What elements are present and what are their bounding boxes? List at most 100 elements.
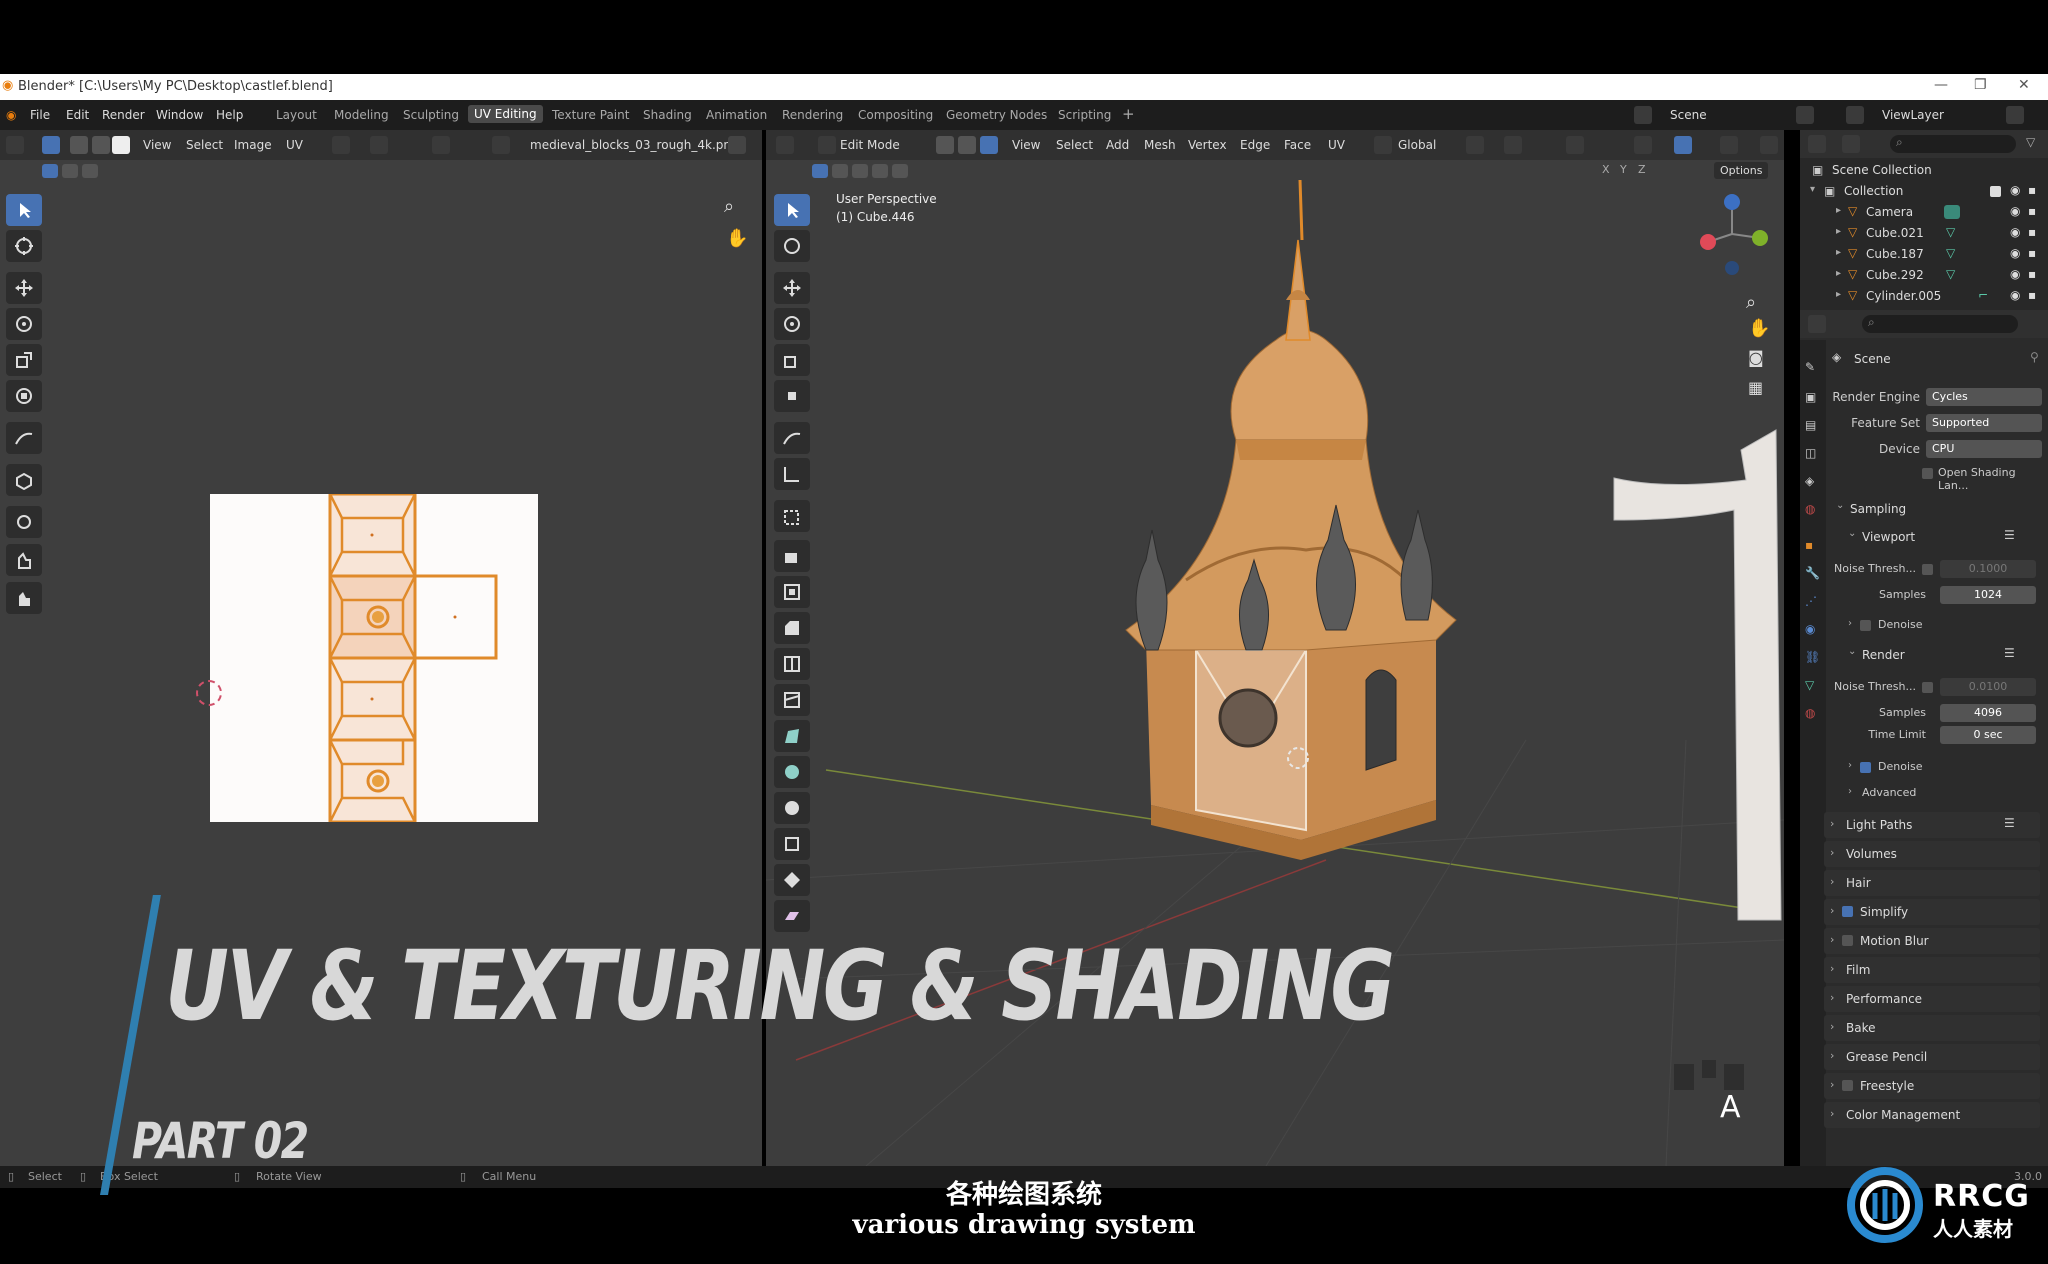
shading-icon[interactable] [1760, 136, 1778, 154]
film-panel[interactable]: › Film [1824, 957, 2040, 983]
image-name[interactable]: medieval_blocks_03_rough_4k.png [530, 138, 739, 152]
tab-texture-paint[interactable]: Texture Paint [552, 108, 629, 122]
face-mode-icon[interactable] [980, 136, 998, 154]
restore-button[interactable]: ❐ [1974, 77, 1987, 93]
physics-tab-icon[interactable]: ◉ [1805, 622, 1815, 636]
select-subtract-icon[interactable] [82, 164, 98, 178]
tab-shading[interactable]: Shading [643, 108, 692, 122]
shear-tool-button[interactable] [774, 900, 810, 932]
world-tab-icon[interactable]: ◍ [1805, 502, 1815, 516]
render-noise-field[interactable]: 0.0100 [1940, 678, 2036, 696]
rotate-tool-button[interactable] [6, 308, 42, 340]
exclude-checkbox[interactable] [1990, 186, 2001, 197]
view-layer-icon[interactable] [1846, 106, 1864, 124]
menu-render[interactable]: Render [102, 108, 145, 122]
freestyle-panel[interactable]: › Freestyle [1824, 1073, 2040, 1099]
tab-layout[interactable]: Layout [276, 108, 317, 122]
rip-tool-button[interactable] [6, 464, 42, 496]
render-engine-select[interactable]: Cycles [1926, 388, 2042, 406]
visibility-eye-icon[interactable]: ◉ [2010, 183, 2020, 197]
transform-tool-button[interactable] [774, 380, 810, 412]
viewport-noise-checkbox[interactable] [1922, 564, 1933, 575]
proportional-icon[interactable] [432, 136, 450, 154]
visibility-eye-icon[interactable]: ◉ [2010, 246, 2020, 260]
visibility-icon[interactable] [1634, 136, 1652, 154]
rotate-tool-button[interactable] [774, 308, 810, 340]
properties-editor[interactable]: ⌕ ✎ ▣ ▤ ◫ ◈ ◍ ▪ 🔧 ⋰ ◉ ⛓ ▽ ◍ ◈ Scene ⚲ Re… [1800, 310, 2048, 1166]
time-limit-field[interactable]: 0 sec [1940, 726, 2036, 744]
visibility-eye-icon[interactable]: ◉ [2010, 288, 2020, 302]
outliner-collection[interactable]: ▾ ▣ Collection ◉ ▪ [1800, 181, 2048, 202]
transform-orientation[interactable]: Global [1398, 138, 1436, 152]
viewport-subpanel-label[interactable]: Viewport [1862, 530, 1915, 544]
simplify-panel[interactable]: › Simplify [1824, 899, 2040, 925]
menu-help[interactable]: Help [216, 108, 243, 122]
pivot-icon[interactable] [332, 136, 350, 154]
tab-animation[interactable]: Animation [706, 108, 767, 122]
loop-cut-tool-button[interactable] [774, 648, 810, 680]
chevron-right-icon[interactable]: › [1848, 618, 1852, 629]
annotate-tool-button[interactable] [774, 422, 810, 454]
render-camera-icon[interactable]: ▪ [2028, 267, 2036, 281]
list-icon[interactable]: ☰ [2004, 816, 2015, 830]
copy-view-layer-icon[interactable] [2006, 106, 2024, 124]
scene-icon[interactable] [1634, 106, 1652, 124]
render-denoise-checkbox[interactable] [1860, 762, 1871, 773]
editor-type-icon[interactable] [776, 136, 794, 154]
performance-panel[interactable]: › Performance [1824, 986, 2040, 1012]
tab-geometry-nodes[interactable]: Geometry Nodes [946, 108, 1047, 122]
feature-set-select[interactable]: Supported [1926, 414, 2042, 432]
select-tool-button[interactable] [6, 194, 42, 226]
tab-compositing[interactable]: Compositing [858, 108, 933, 122]
display-mode-icon[interactable] [1842, 135, 1860, 153]
vp-menu-add[interactable]: Add [1106, 138, 1129, 152]
chevron-right-icon[interactable]: › [1848, 760, 1852, 771]
vp-menu-edge[interactable]: Edge [1240, 138, 1270, 152]
shrink-fatten-tool-button[interactable] [774, 864, 810, 896]
expand-icon[interactable]: ▾ [1810, 184, 1815, 195]
grab-tool-button[interactable] [6, 506, 42, 538]
options-dropdown[interactable]: Options [1714, 162, 1769, 179]
modifier-tab-icon[interactable]: 🔧 [1805, 566, 1820, 580]
color-management-panel[interactable]: › Color Management [1824, 1102, 2040, 1128]
expand-icon[interactable]: ▸ [1836, 226, 1841, 237]
select-new-icon[interactable] [42, 164, 58, 178]
motion-blur-checkbox[interactable] [1842, 935, 1853, 946]
minimize-button[interactable]: — [1934, 77, 1948, 93]
light-paths-panel[interactable]: › Light Paths ☰ [1824, 812, 2040, 838]
expand-icon[interactable]: ▸ [1836, 289, 1841, 300]
scene-name[interactable]: Scene [1670, 108, 1707, 122]
edge-mode-icon[interactable] [958, 136, 976, 154]
expand-icon[interactable]: ▸ [1836, 247, 1841, 258]
editor-type-icon[interactable] [6, 136, 24, 154]
object-tab-icon[interactable]: ▪ [1805, 538, 1813, 552]
chevron-down-icon[interactable]: ⌄ [1848, 528, 1856, 539]
bake-panel[interactable]: › Bake [1824, 1015, 2040, 1041]
outliner[interactable]: ⌕ ▽ ▣ Scene Collection ▾ ▣ Collection ◉ … [1800, 130, 2048, 310]
vertex-select-icon[interactable] [70, 136, 88, 154]
edit-mode-icon[interactable] [818, 136, 836, 154]
select-tool-button[interactable] [774, 194, 810, 226]
advanced-subpanel-label[interactable]: Advanced [1862, 786, 1916, 799]
inset-tool-button[interactable] [774, 576, 810, 608]
face-select-icon[interactable] [112, 136, 130, 154]
cursor-tool-button[interactable] [6, 230, 42, 262]
render-noise-checkbox[interactable] [1922, 682, 1933, 693]
outliner-item-cube-187[interactable]: ▸ ▽ Cube.187 ▽ ◉ ▪ [1800, 244, 2048, 265]
render-camera-icon[interactable]: ▪ [2028, 288, 2036, 302]
proportional-icon[interactable] [1566, 136, 1584, 154]
vp-menu-vertex[interactable]: Vertex [1188, 138, 1227, 152]
uv-islands[interactable] [210, 494, 538, 822]
vertex-mode-icon[interactable] [936, 136, 954, 154]
relax-tool-button[interactable] [6, 544, 42, 576]
select-subtract-icon[interactable] [852, 164, 868, 178]
render-tab-icon[interactable]: ▣ [1805, 390, 1816, 404]
outliner-item-cube-292[interactable]: ▸ ▽ Cube.292 ▽ ◉ ▪ [1800, 265, 2048, 286]
scale-tool-button[interactable] [6, 344, 42, 376]
axis-y-toggle[interactable]: Y [1620, 163, 1627, 176]
zoom-icon[interactable]: ⌕ [724, 196, 734, 217]
expand-icon[interactable]: ▸ [1836, 268, 1841, 279]
viewport-samples-field[interactable]: 1024 [1940, 586, 2036, 604]
list-icon[interactable]: ☰ [2004, 528, 2015, 542]
tool-tab-icon[interactable]: ✎ [1805, 360, 1815, 374]
